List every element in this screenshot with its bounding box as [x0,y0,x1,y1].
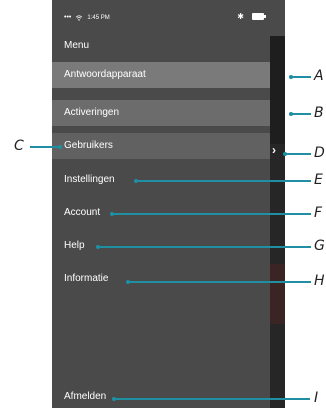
callout-line-f [112,213,311,215]
status-bar: ••• 1:45 PM ✱ [52,0,270,36]
callout-dot-a [289,75,293,79]
callout-label-c: C [14,138,24,154]
signal-dots: ••• [64,14,72,21]
callout-line-e [136,180,311,182]
callout-dot-b [289,112,293,116]
callout-label-f: F [314,205,323,221]
menu-item-afmelden[interactable]: Afmelden [52,387,270,407]
callout-label-e: E [314,172,323,188]
callout-line-d [285,153,311,155]
menu-title: Menu [64,40,90,51]
callout-label-a: A [314,68,324,84]
background-content-strip [270,36,285,408]
menu-item-gebruikers[interactable]: Gebruikers [52,133,270,159]
menu-item-activeringen[interactable]: Activeringen [52,100,270,126]
callout-dot-f [110,212,114,216]
bluetooth-icon: ✱ [237,12,244,21]
battery-icon [252,13,266,20]
callout-label-b: B [314,105,324,121]
menu-item-antwoordapparaat[interactable]: Antwoordapparaat [52,62,270,88]
phone-screen: ••• 1:45 PM ✱ › Menu Antwoordapparaat Ac… [52,0,285,408]
callout-dot-e [134,179,138,183]
callout-label-h: H [314,273,325,289]
callout-dot-h [126,280,130,284]
callout-line-a [291,76,311,78]
chevron-right-icon[interactable]: › [272,144,276,156]
callout-dot-g [96,245,100,249]
callout-line-g [98,246,311,248]
callout-line-h [128,281,311,283]
callout-dot-d [283,152,287,156]
wifi-icon [76,14,83,21]
menu-item-informatie[interactable]: Informatie [52,266,270,292]
callout-line-i [114,398,310,400]
callout-label-i: I [314,390,319,406]
callout-dot-c [58,145,62,149]
callout-label-d: D [314,145,325,161]
status-time: 1:45 PM [87,14,110,21]
callout-label-g: G [314,238,325,254]
callout-dot-i [112,397,116,401]
callout-line-c [30,146,60,148]
callout-line-b [291,113,311,115]
